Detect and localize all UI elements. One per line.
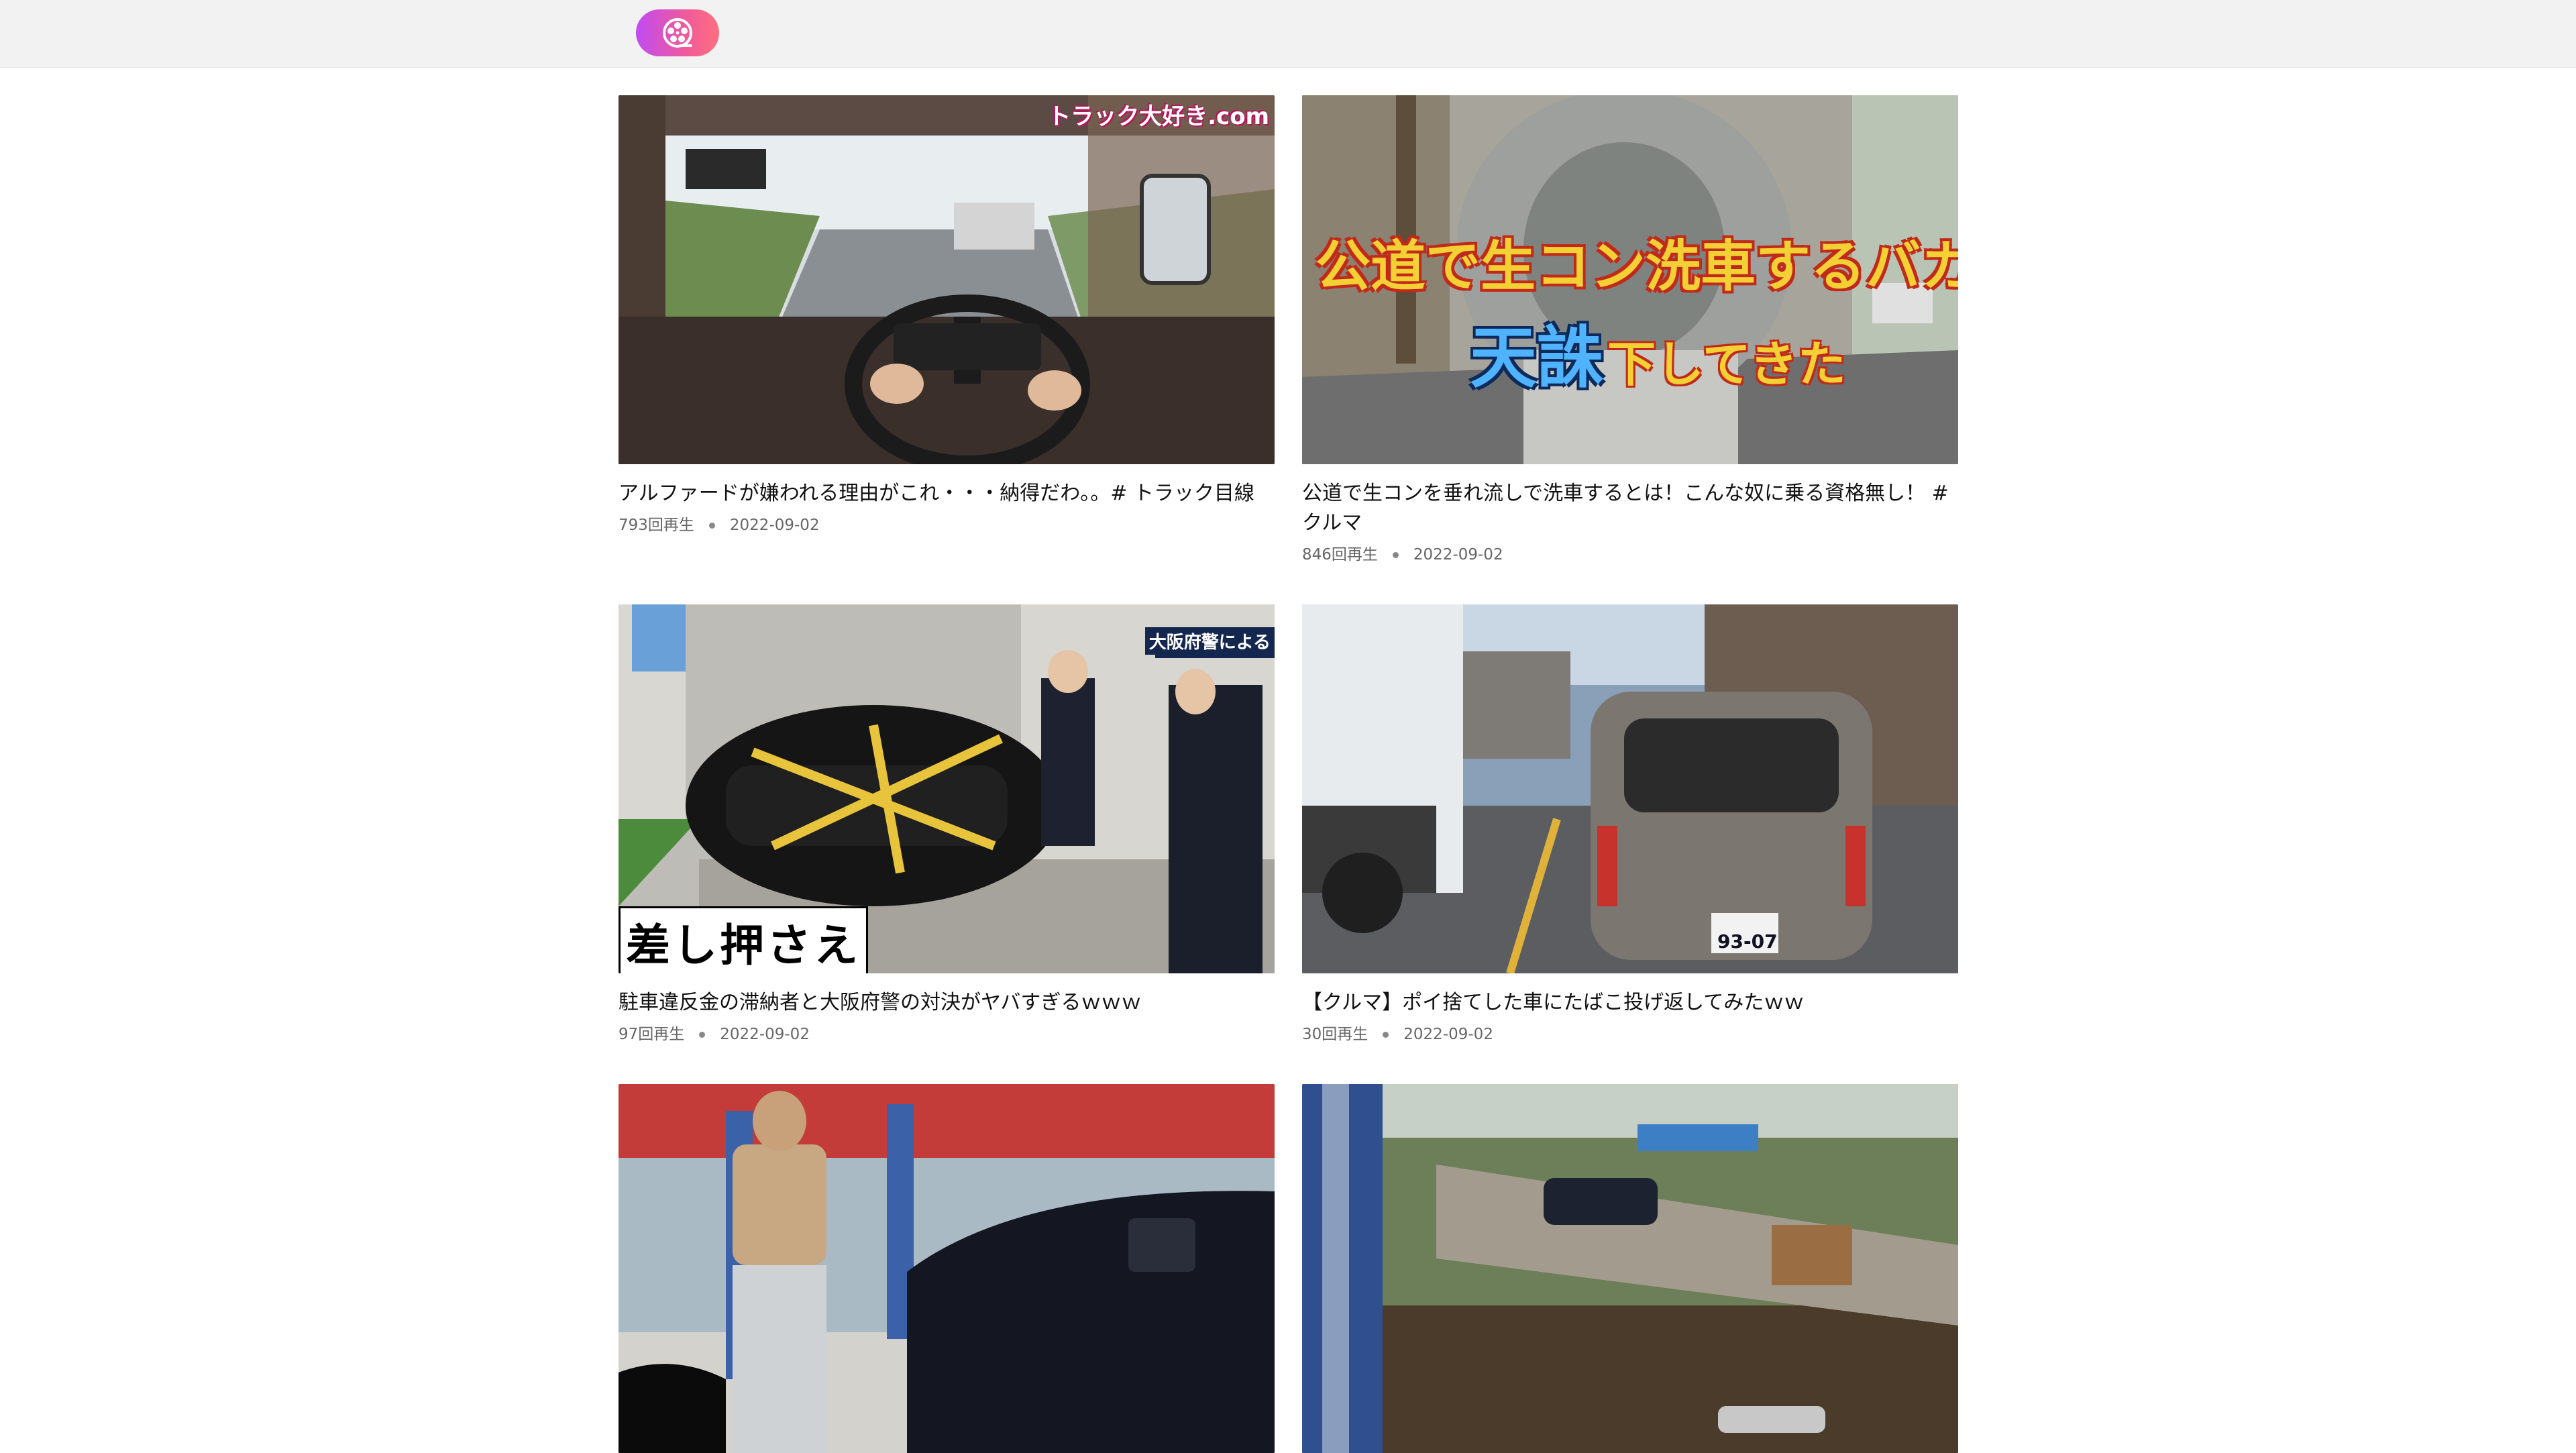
video-meta: 846回再生 2022-09-02 [1302, 545, 1503, 565]
video-thumbnail[interactable] [1302, 1084, 1958, 1453]
separator-dot [1383, 1031, 1389, 1038]
view-count: 30回再生 [1302, 1026, 1368, 1043]
video-thumbnail[interactable]: 93-07 [1302, 604, 1958, 973]
truck-cab-thumbnail-image [619, 95, 1275, 464]
thumbnail-caption-highlight: 天誅 [1470, 319, 1604, 397]
view-count: 97回再生 [619, 1026, 685, 1043]
video-title[interactable]: 公道で生コンを垂れ流しで洗車するとは！こんな奴に乗る資格無し！ #クルマ [1302, 479, 1958, 538]
video-title[interactable]: 駐車違反金の滞納者と大阪府警の対決がヤバすぎるｗｗｗ [619, 988, 1275, 1018]
upload-date: 2022-09-02 [720, 1026, 810, 1043]
upload-date: 2022-09-02 [1403, 1026, 1493, 1043]
separator-dot [708, 522, 715, 529]
video-meta: 97回再生 2022-09-02 [619, 1024, 810, 1044]
video-thumbnail[interactable] [619, 1084, 1275, 1453]
separator-dot [699, 1031, 706, 1038]
thumbnail-caption: トラック大好き.com [1048, 103, 1269, 130]
video-meta: 30回再生 2022-09-02 [1302, 1024, 1493, 1044]
thumbnail-caption-tail: 下してきた [1607, 336, 1846, 392]
video-thumbnail[interactable]: 公道で生コン洗車するバカに 天誅 下してきた [1302, 95, 1958, 464]
license-plate-number: 93-07 [1717, 930, 1778, 953]
thumbnail-caption-line2: 天誅 下してきた [1470, 303, 1846, 400]
view-count: 793回再生 [619, 517, 694, 534]
video-title[interactable]: アルファードが嫌われる理由がこれ・・・納得だわ。。# トラック目線 [619, 479, 1275, 508]
thumbnail-caption-badge: 大阪府警による [1144, 627, 1275, 655]
view-count: 846回再生 [1302, 546, 1378, 563]
video-grid: トラック大好き.com アルファードが嫌われる理由がこれ・・・納得だわ。。# ト… [0, 0, 2576, 1453]
thumbnail-caption-bottom: 差し押さえ [619, 906, 868, 973]
convenience-store-thumbnail-image [619, 1084, 1275, 1453]
upload-date: 2022-09-02 [729, 517, 820, 534]
van-street-thumbnail-image [1302, 604, 1958, 973]
pier-car-thumbnail-image [1302, 1084, 1958, 1453]
video-title[interactable]: 【クルマ】ポイ捨てした車にたばこ投げ返してみたｗｗ [1302, 988, 1958, 1018]
video-thumbnail[interactable]: トラック大好き.com [619, 95, 1275, 464]
separator-dot [1392, 551, 1399, 558]
upload-date: 2022-09-02 [1413, 546, 1503, 563]
video-thumbnail[interactable]: 大阪府警による 差し押さえ [619, 604, 1275, 973]
video-meta: 793回再生 2022-09-02 [619, 515, 820, 535]
thumbnail-caption-line1: 公道で生コン洗車するバカに [1316, 235, 1958, 299]
